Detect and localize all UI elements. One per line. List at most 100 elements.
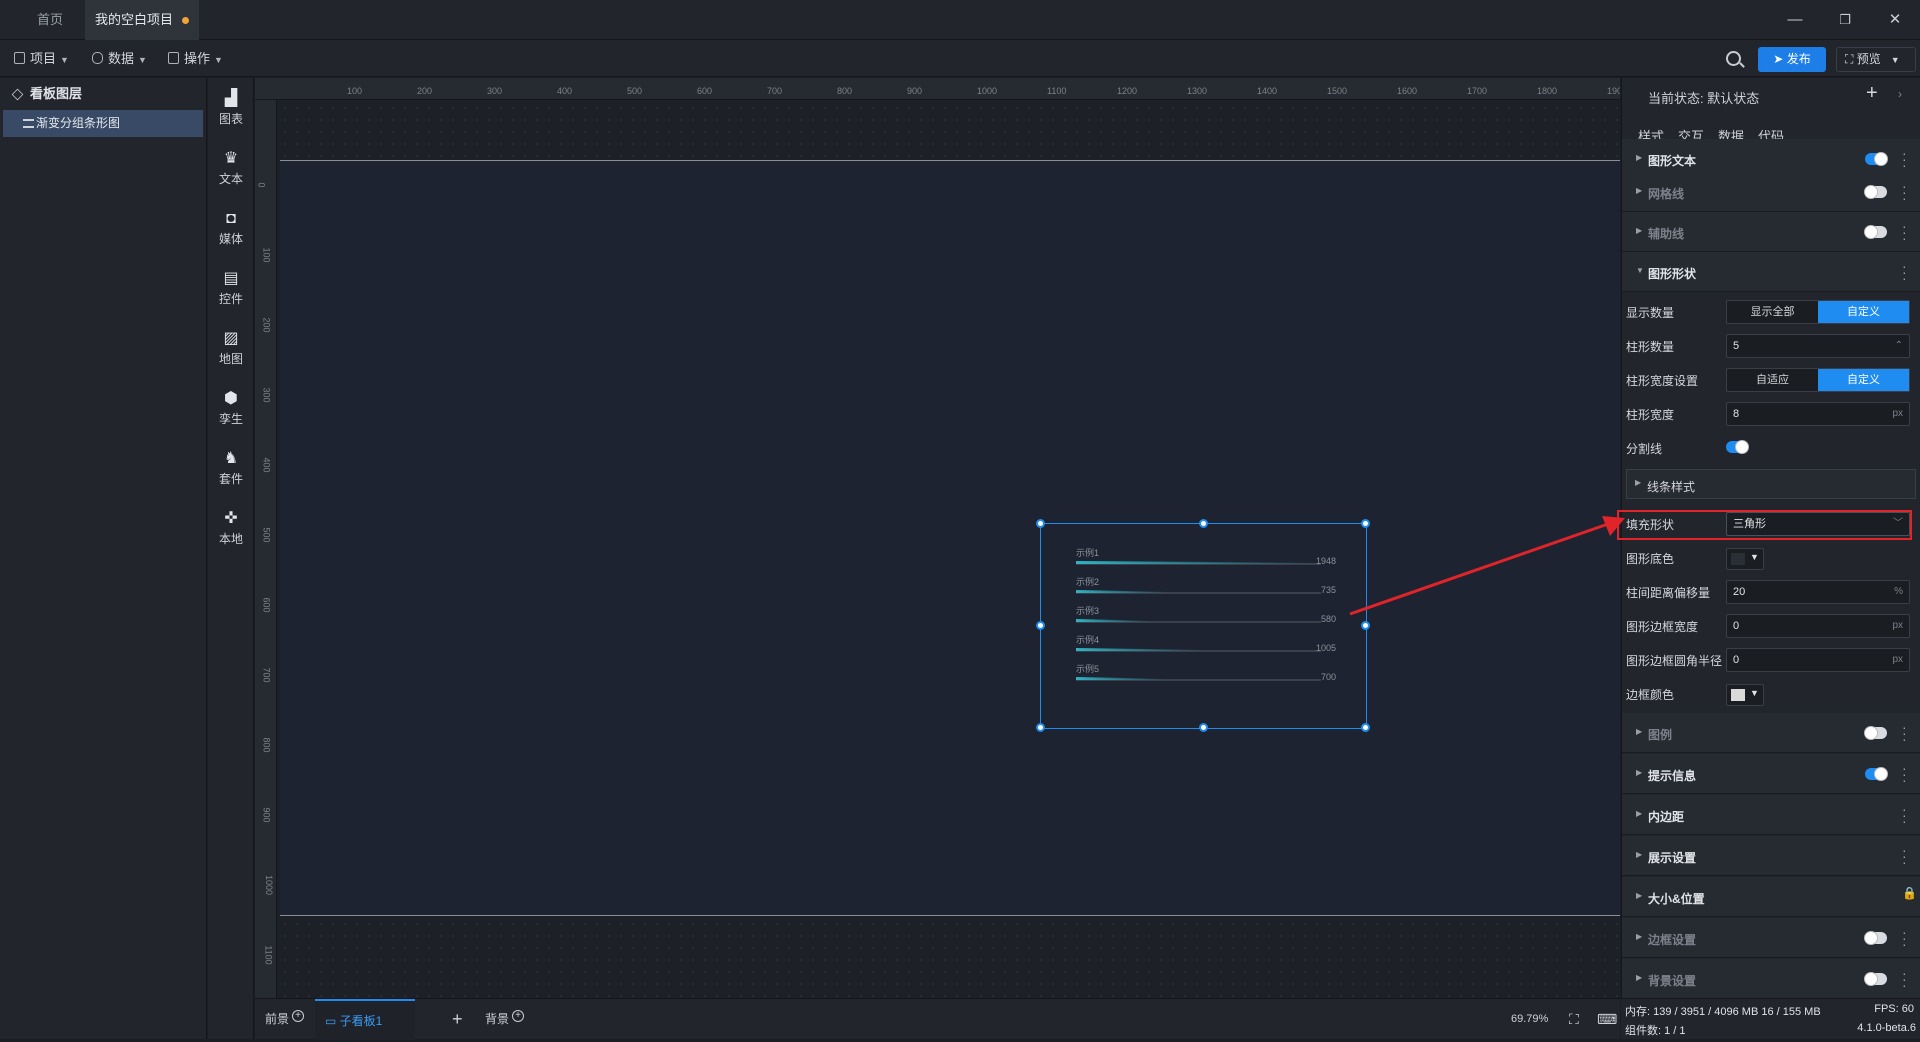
- resize-handle[interactable]: [1036, 519, 1045, 528]
- prop-label: 柱形宽度: [1626, 408, 1675, 422]
- tool-7[interactable]: ✜ 本地: [208, 508, 254, 564]
- more-vertical-icon[interactable]: · · ·: [1902, 720, 1907, 746]
- tool-2[interactable]: ◘ 媒体: [208, 208, 254, 264]
- panel-section[interactable]: ▶ 边框设置 · · ·: [1622, 918, 1920, 958]
- panel-section[interactable]: ▶ 背景设置 · · ·: [1622, 959, 1920, 999]
- tool-5[interactable]: ⬢ 孪生: [208, 388, 254, 444]
- segmented-control[interactable]: 自适应 自定义: [1726, 368, 1910, 392]
- lock-icon[interactable]: 🔒: [1902, 887, 1917, 899]
- section-title: 网格线: [1648, 187, 1685, 201]
- segment-option-active[interactable]: 自定义: [1818, 369, 1909, 391]
- selected-chart-component[interactable]: 示例1 1948 示例2 735 示例3 580 示例4 1005 示例5 700: [1036, 519, 1370, 732]
- tab-subboard[interactable]: ▭ 子看板1: [315, 999, 415, 1040]
- tool-3[interactable]: ▤ 控件: [208, 268, 254, 324]
- line-style-subsection[interactable]: ▶ 线条样式: [1626, 469, 1916, 499]
- prop-row-divider: 分割线: [1622, 430, 1920, 464]
- fit-screen-icon[interactable]: ⛶: [1569, 999, 1579, 1040]
- segment-option[interactable]: 自适应: [1727, 369, 1818, 391]
- number-input[interactable]: 8 px: [1726, 402, 1910, 426]
- panel-section[interactable]: ▶ 内边距 · · ·: [1622, 795, 1920, 835]
- tab-home[interactable]: 首页: [18, 0, 82, 40]
- zoom-level[interactable]: 69.79%: [1511, 999, 1548, 1040]
- divider-toggle[interactable]: [1726, 440, 1749, 454]
- keyboard-icon[interactable]: ⌨: [1597, 999, 1617, 1040]
- preview-button[interactable]: ⛶ 预览 ▼: [1836, 47, 1916, 72]
- ruler-tick: 200: [417, 86, 433, 96]
- resize-handle[interactable]: [1361, 621, 1370, 630]
- resize-handle[interactable]: [1198, 519, 1208, 528]
- add-state-icon[interactable]: +: [1866, 82, 1878, 105]
- prop-label: 柱形数量: [1626, 340, 1675, 354]
- memory-usage: 内存: 139 / 3951 / 4096 MB 16 / 155 MB: [1625, 1006, 1821, 1018]
- section-toggle[interactable]: [1864, 726, 1887, 740]
- panel-section[interactable]: ▶ 大小&位置 🔒: [1622, 877, 1920, 917]
- panel-section[interactable]: ▶ 展示设置 · · ·: [1622, 836, 1920, 876]
- menu-project[interactable]: 项目 ▼: [14, 40, 69, 77]
- section-toggle[interactable]: [1864, 225, 1887, 239]
- ruler-tick: 600: [697, 86, 713, 96]
- ruler-tick: 400: [557, 86, 573, 96]
- add-circle-icon[interactable]: +: [292, 1010, 305, 1022]
- monitor-icon: ▭: [325, 1014, 340, 1028]
- more-vertical-icon[interactable]: · · ·: [1902, 966, 1907, 992]
- tab-foreground[interactable]: 前景 +: [265, 999, 305, 1040]
- resize-handle[interactable]: [1036, 723, 1045, 732]
- current-state: 当前状态: 默认状态: [1648, 91, 1760, 106]
- more-vertical-icon[interactable]: · · ·: [1902, 843, 1907, 869]
- resize-handle[interactable]: [1198, 723, 1208, 732]
- section-toggle[interactable]: [1865, 152, 1888, 166]
- panel-section[interactable]: ▶ 辅助线 · · ·: [1622, 212, 1920, 252]
- panel-section[interactable]: ▶ 图例 · · ·: [1622, 713, 1920, 753]
- tab-background[interactable]: 背景 +: [485, 999, 525, 1040]
- menu-operate[interactable]: 操作 ▼: [168, 40, 223, 77]
- caret-right-icon: ▶: [1636, 891, 1643, 900]
- more-vertical-icon[interactable]: · · ·: [1902, 761, 1907, 787]
- resize-handle[interactable]: [1361, 723, 1370, 732]
- stepper-up-icon[interactable]: ⌃: [1895, 335, 1903, 357]
- section-toggle[interactable]: [1864, 931, 1887, 945]
- tool-6[interactable]: ♞ 套件: [208, 448, 254, 504]
- more-vertical-icon[interactable]: · · ·: [1902, 219, 1907, 245]
- add-board-button[interactable]: +: [452, 999, 463, 1040]
- tool-1[interactable]: ♛ 文本: [208, 148, 254, 204]
- publish-button[interactable]: ➤ 发布: [1758, 47, 1826, 72]
- panel-section[interactable]: ▼ 图形形状 · · ·: [1622, 252, 1920, 292]
- number-input[interactable]: 0 px: [1726, 614, 1910, 638]
- more-vertical-icon[interactable]: · · ·: [1902, 259, 1907, 285]
- restore-button[interactable]: ❐: [1825, 0, 1865, 40]
- number-input[interactable]: 0 px: [1726, 648, 1910, 672]
- minimize-button[interactable]: —: [1775, 0, 1815, 40]
- menu-data[interactable]: 数据 ▼: [92, 40, 147, 77]
- resize-handle[interactable]: [1036, 621, 1045, 630]
- section-title: 图形文本: [1648, 154, 1697, 168]
- color-picker[interactable]: ▼: [1726, 684, 1764, 706]
- section-toggle[interactable]: [1864, 972, 1887, 986]
- layer-item[interactable]: 渐变分组条形图: [3, 110, 203, 137]
- component-count: 组件数: 1 / 1: [1625, 1025, 1686, 1037]
- segment-option-active[interactable]: 自定义: [1818, 301, 1909, 323]
- tab-project[interactable]: 我的空白项目: [85, 0, 199, 40]
- section-toggle[interactable]: [1865, 767, 1888, 781]
- more-vertical-icon[interactable]: · · ·: [1902, 179, 1907, 205]
- close-button[interactable]: ✕: [1875, 0, 1915, 40]
- tool-icon: ⬢: [224, 390, 238, 407]
- more-vertical-icon[interactable]: · · ·: [1902, 146, 1907, 172]
- tool-0[interactable]: ▟ 图表: [208, 88, 254, 144]
- panel-section[interactable]: ▶ 网格线 · · ·: [1622, 172, 1920, 212]
- segment-option[interactable]: 显示全部: [1727, 301, 1818, 323]
- section-toggle[interactable]: [1864, 185, 1887, 199]
- search-icon[interactable]: [1726, 51, 1741, 66]
- number-input[interactable]: 20%: [1726, 580, 1910, 604]
- caret-right-icon: ▶: [1636, 932, 1643, 941]
- panel-section[interactable]: ▶ 提示信息 · · ·: [1622, 754, 1920, 794]
- segmented-control[interactable]: 显示全部 自定义: [1726, 300, 1910, 324]
- color-picker[interactable]: ▼: [1726, 548, 1764, 570]
- add-circle-icon[interactable]: +: [512, 1010, 525, 1022]
- more-vertical-icon[interactable]: · · ·: [1902, 925, 1907, 951]
- chevron-right-icon[interactable]: ›: [1898, 87, 1902, 101]
- more-vertical-icon[interactable]: · · ·: [1902, 802, 1907, 828]
- prop-label: 分割线: [1626, 442, 1663, 456]
- number-input[interactable]: 5 ⌃: [1726, 334, 1910, 358]
- prop-row-gap_offset: 柱间距离偏移量 20%: [1622, 574, 1920, 608]
- tool-4[interactable]: ▨ 地图: [208, 328, 254, 384]
